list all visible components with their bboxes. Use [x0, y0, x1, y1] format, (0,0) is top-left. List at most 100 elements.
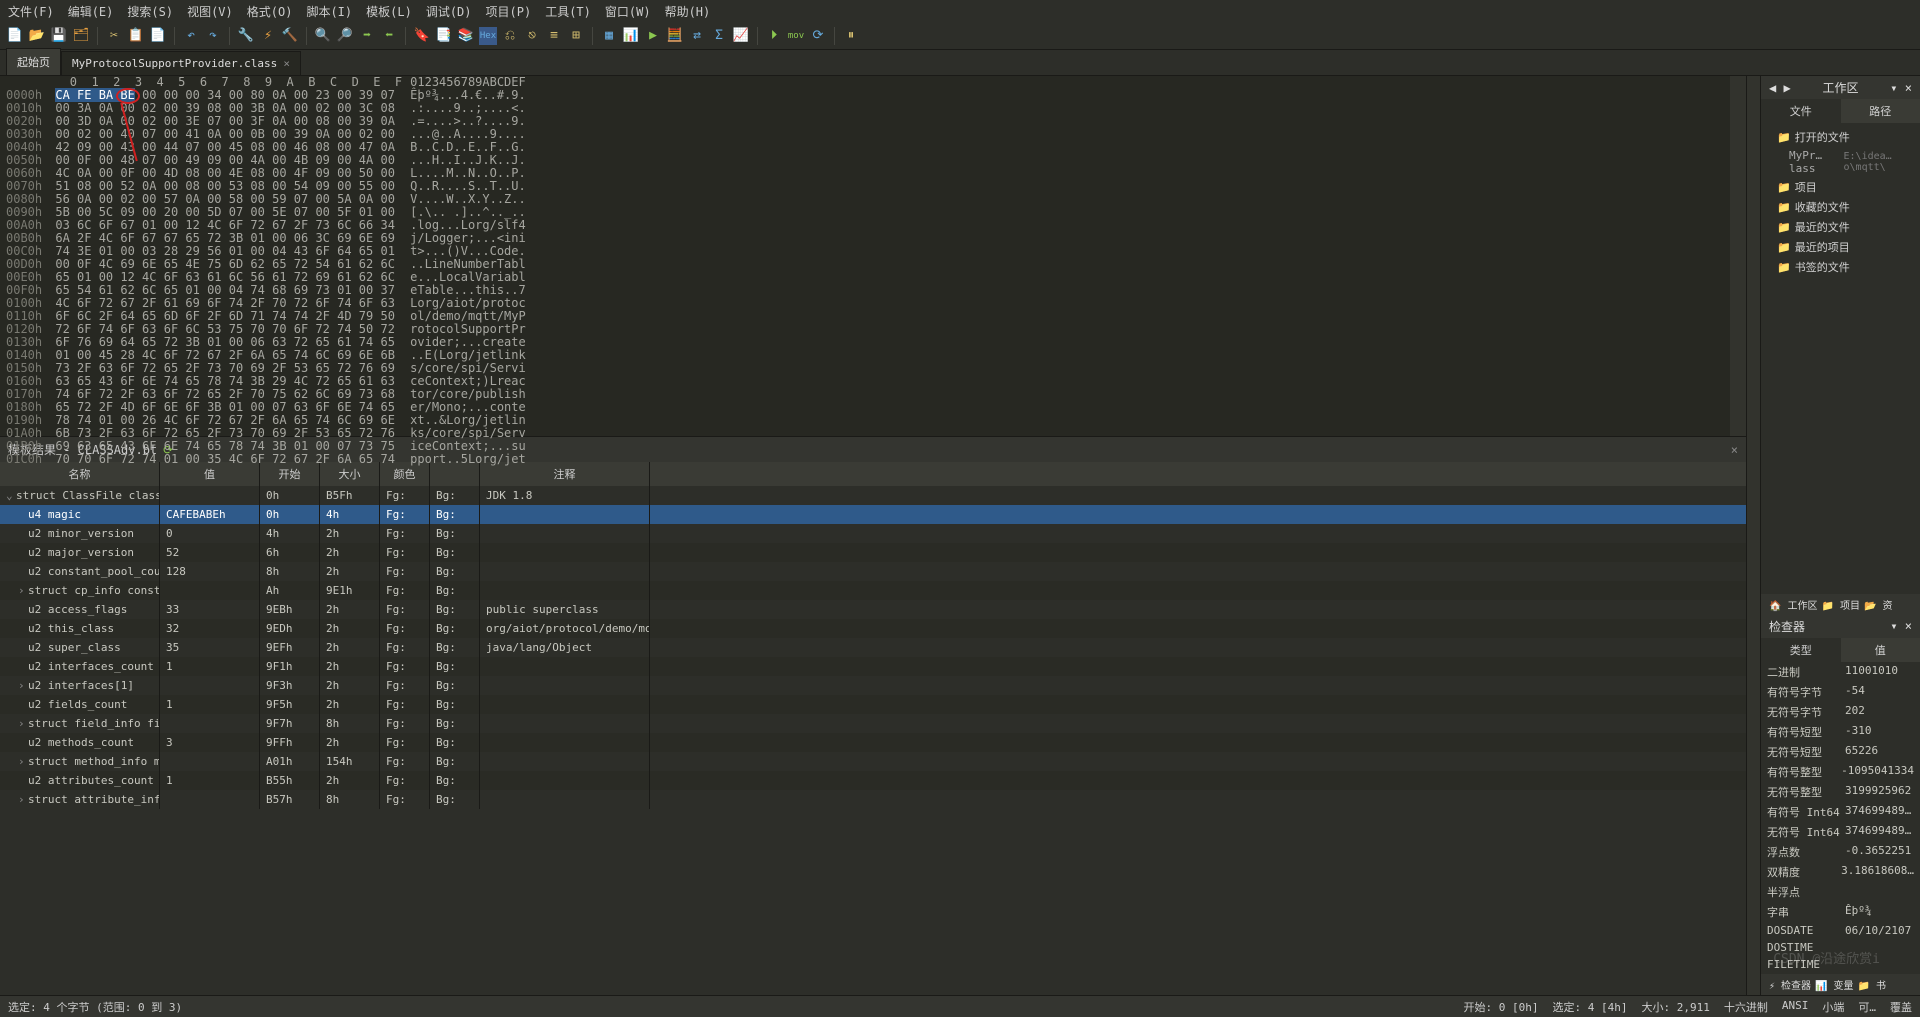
template-row[interactable]: ›struct field_info fields[1]9F7h8hFg:Bg: [0, 714, 1746, 733]
template-row[interactable]: u2 access_flags339EBh2hFg:Bg:public supe… [0, 600, 1746, 619]
template-row[interactable]: u2 constant_pool_count1288h2hFg:Bg: [0, 562, 1746, 581]
menu-item[interactable]: 格式(O) [247, 3, 293, 20]
template-row[interactable]: u2 this_class329EDh2hFg:Bg:org/aiot/prot… [0, 619, 1746, 638]
tree-folder[interactable]: 📁最近的文件 [1761, 217, 1920, 237]
goto-icon[interactable]: ➡ [358, 27, 376, 45]
workspace-tree[interactable]: 📁打开的文件MyPr…lassE:\idea…o\mqtt\📁项目📁收藏的文件📁… [1761, 123, 1920, 281]
pause-icon[interactable]: ⏸ [842, 27, 860, 45]
undo-icon[interactable]: ↶ [182, 27, 200, 45]
copy-icon[interactable]: 📋 [127, 27, 145, 45]
inspector-row[interactable]: 有符号 Int64374699489… [1761, 802, 1920, 822]
cut-icon[interactable]: ✂ [105, 27, 123, 45]
step-icon[interactable]: ⏵ [765, 27, 783, 45]
menu-item[interactable]: 视图(V) [187, 3, 233, 20]
bookmark2-icon[interactable]: 📑 [435, 27, 453, 45]
template-row[interactable]: u2 minor_version04h2hFg:Bg: [0, 524, 1746, 543]
inspector-row[interactable]: 双精度3.18618608… [1761, 862, 1920, 882]
inspector-row[interactable]: 二进制11001010 [1761, 662, 1920, 682]
hist-icon[interactable]: 📈 [732, 27, 750, 45]
run-icon[interactable]: ▶ [644, 27, 662, 45]
menu-item[interactable]: 模板(L) [366, 3, 412, 20]
menu-item[interactable]: 调试(D) [426, 3, 472, 20]
tab-file[interactable]: MyProtocolSupportProvider.class× [61, 51, 301, 75]
paste-icon[interactable]: 📄 [149, 27, 167, 45]
template-row[interactable]: u2 super_class359EFh2hFg:Bg:java/lang/Ob… [0, 638, 1746, 657]
tab-project[interactable]: 📁 项目 [1821, 597, 1859, 612]
ws-tab-paths[interactable]: 路径 [1841, 99, 1920, 123]
tree-folder[interactable]: 📁打开的文件 [1761, 127, 1920, 147]
tool1-icon[interactable]: 🔧 [237, 27, 255, 45]
menu-item[interactable]: 文件(F) [8, 3, 54, 20]
inspector-row[interactable]: 有符号短型-310 [1761, 722, 1920, 742]
inspector-row[interactable]: FILETIME [1761, 956, 1920, 973]
inspector-row[interactable]: 有符号整型-1095041334 [1761, 762, 1920, 782]
findnext-icon[interactable]: 🔎 [336, 27, 354, 45]
inspector-row[interactable]: 浮点数-0.3652251 [1761, 842, 1920, 862]
grid-icon[interactable]: ⊞ [567, 27, 585, 45]
t2-icon[interactable]: ⎋ [523, 27, 541, 45]
table-icon[interactable]: ▦ [600, 27, 618, 45]
menu-icon[interactable]: ▾ × [1890, 81, 1912, 95]
template-row[interactable]: ›struct attribute_info attribut…B57h8hFg… [0, 790, 1746, 809]
hex-editor[interactable]: 0000h 0010h 0020h 0030h 0040h 0050h 0060… [0, 76, 1746, 436]
mov-icon[interactable]: mov [787, 27, 805, 45]
template-row[interactable]: u4 magicCAFEBABEh0h4hFg:Bg: [0, 505, 1746, 524]
menu-item[interactable]: 帮助(H) [665, 3, 711, 20]
close-icon[interactable]: × [1731, 443, 1738, 457]
insp-col-type[interactable]: 类型 [1761, 638, 1841, 662]
t1-icon[interactable]: ⎌ [501, 27, 519, 45]
template-row[interactable]: u2 major_version526h2hFg:Bg: [0, 543, 1746, 562]
tab-bookmarks[interactable]: 📁 书 [1858, 977, 1886, 992]
menu-item[interactable]: 脚本(I) [306, 3, 352, 20]
chart-icon[interactable]: 📊 [622, 27, 640, 45]
menu-item[interactable]: 项目(P) [486, 3, 532, 20]
inspector-row[interactable]: 无符号字节202 [1761, 702, 1920, 722]
template-row[interactable]: u2 attributes_count1B55h2hFg:Bg: [0, 771, 1746, 790]
open-icon[interactable]: 📂 [28, 27, 46, 45]
inspector-row[interactable]: 半浮点 [1761, 882, 1920, 902]
menu-item[interactable]: 搜索(S) [127, 3, 173, 20]
inspector-row[interactable]: DOSDATE06/10/2107 [1761, 922, 1920, 939]
bolt-icon[interactable]: ⚡ [259, 27, 277, 45]
template-row[interactable]: u2 methods_count39FFh2hFg:Bg: [0, 733, 1746, 752]
tree-folder[interactable]: 📁最近的项目 [1761, 237, 1920, 257]
inspector-row[interactable]: 无符号整型3199925962 [1761, 782, 1920, 802]
menu-item[interactable]: 工具(T) [545, 3, 591, 20]
tab-explorer[interactable]: 📂 资 [1864, 597, 1892, 612]
menu-icon[interactable]: ▾ × [1890, 619, 1912, 633]
tab-start[interactable]: 起始页 [6, 48, 61, 75]
template-row[interactable]: u2 fields_count19F5h2hFg:Bg: [0, 695, 1746, 714]
template-results-grid[interactable]: 名称值开始大小颜色注释 ⌄struct ClassFile classFile0… [0, 462, 1746, 995]
menu-item[interactable]: 编辑(E) [68, 3, 114, 20]
template-row[interactable]: ›struct cp_info constant_pool…Ah9E1hFg:B… [0, 581, 1746, 600]
template-row[interactable]: ⌄struct ClassFile classFile0hB5FhFg:Bg:J… [0, 486, 1746, 505]
calc-icon[interactable]: 🧮 [666, 27, 684, 45]
inspector-grid[interactable]: 二进制11001010有符号字节-54无符号字节202有符号短型-310无符号短… [1761, 662, 1920, 975]
inspector-row[interactable]: 有符号字节-54 [1761, 682, 1920, 702]
redo-icon[interactable]: ↷ [204, 27, 222, 45]
hex-bytes[interactable]: 0 1 2 3 4 5 6 7 8 9 A B C D E F CA FE BA… [55, 76, 402, 436]
bookmark-icon[interactable]: 🔖 [413, 27, 431, 45]
sum-icon[interactable]: Σ [710, 27, 728, 45]
wrench-icon[interactable]: 🔨 [281, 27, 299, 45]
inspector-row[interactable]: 字串Êþº¾ [1761, 902, 1920, 922]
template-row[interactable]: u2 interfaces_count19F1h2hFg:Bg: [0, 657, 1746, 676]
hex-scrollbar[interactable] [1730, 76, 1746, 436]
template-row[interactable]: ›u2 interfaces[1]9F3h2hFg:Bg: [0, 676, 1746, 695]
refresh-icon[interactable]: ⟳ [809, 27, 827, 45]
inspector-row[interactable]: DOSTIME [1761, 939, 1920, 956]
goback-icon[interactable]: ⬅ [380, 27, 398, 45]
new-icon[interactable]: 📄 [6, 27, 24, 45]
save-icon[interactable]: 💾 [50, 27, 68, 45]
close-icon[interactable]: × [283, 57, 290, 70]
template-row[interactable]: ›struct method_info method…A01h154hFg:Bg… [0, 752, 1746, 771]
find-icon[interactable]: 🔍 [314, 27, 332, 45]
tree-folder[interactable]: 📁书签的文件 [1761, 257, 1920, 277]
tree-file[interactable]: MyPr…lassE:\idea…o\mqtt\ [1761, 147, 1920, 177]
saveall-icon[interactable]: 🗂 [72, 27, 90, 45]
compare-icon[interactable]: ⇄ [688, 27, 706, 45]
ws-tab-files[interactable]: 文件 [1761, 99, 1841, 123]
minimap[interactable] [1746, 76, 1760, 995]
menu-item[interactable]: 窗口(W) [605, 3, 651, 20]
inspector-row[interactable]: 无符号 Int64374699489… [1761, 822, 1920, 842]
